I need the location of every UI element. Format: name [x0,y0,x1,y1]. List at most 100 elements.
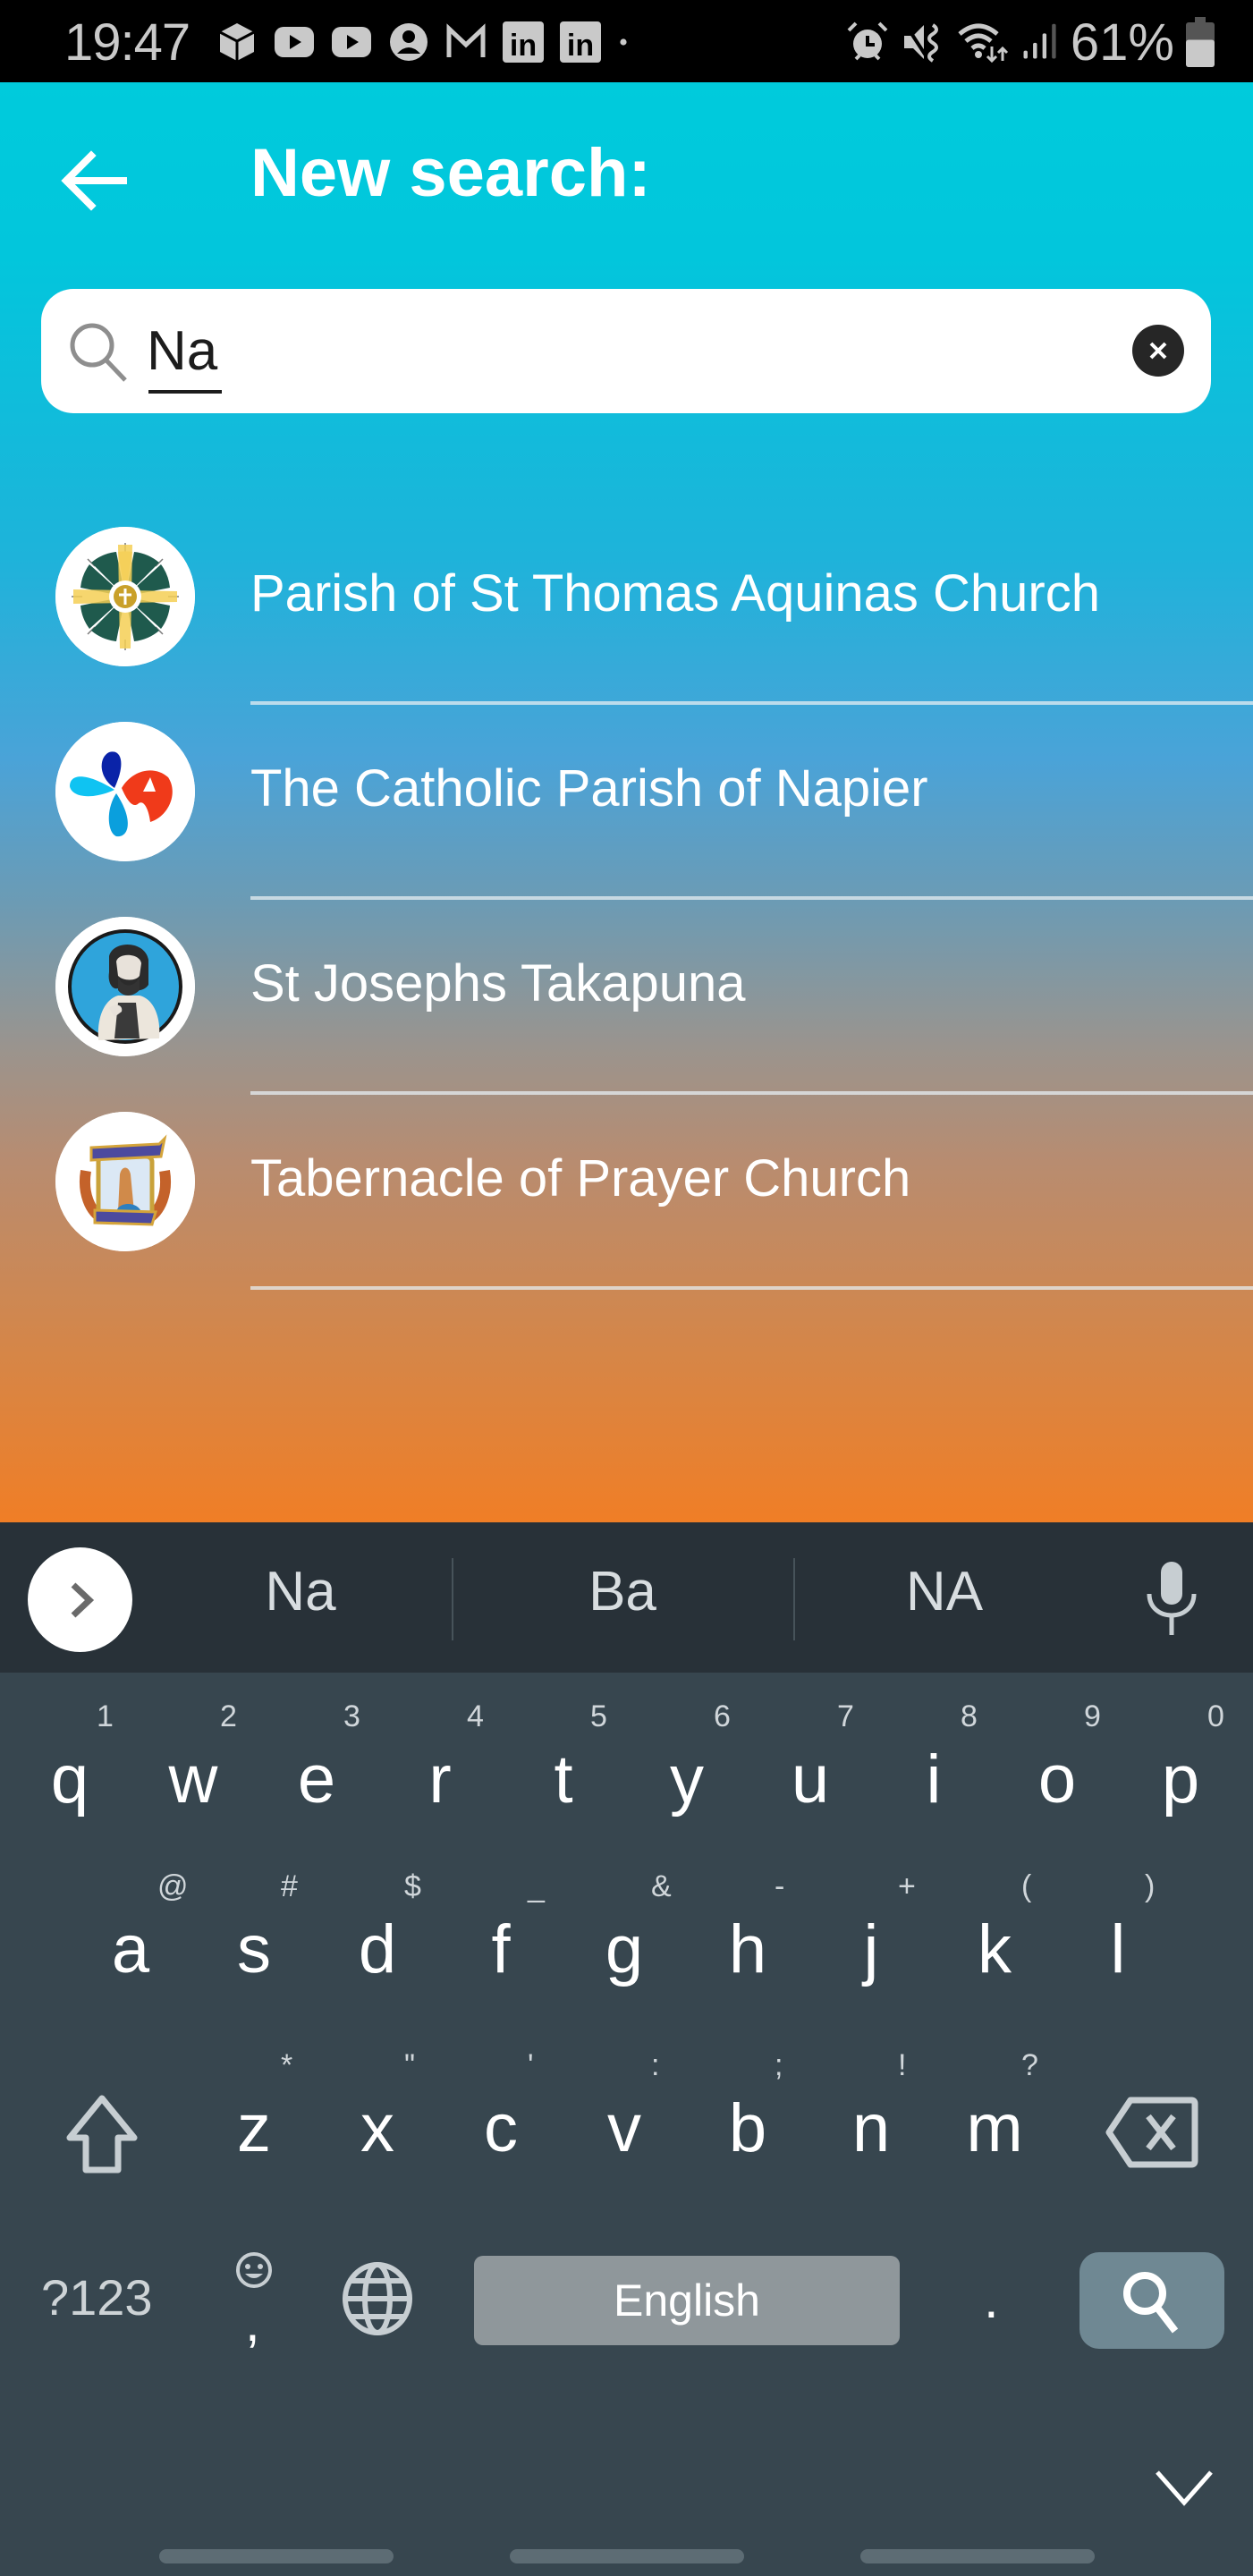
key-label: k [978,1911,1012,1987]
nav-handle[interactable] [860,2549,1095,2563]
result-item[interactable]: The Catholic Parish of Napier [0,707,1253,902]
key-hint: 0 [1207,1699,1224,1733]
key-z[interactable]: z [200,2095,308,2163]
account-icon [390,23,428,61]
key-l[interactable]: l [1064,1916,1172,1984]
nav-handle[interactable] [159,2549,394,2563]
keyboard-toolbar-expand-button[interactable] [28,1547,132,1652]
vibrate-icon [903,23,938,63]
search-bar[interactable] [41,289,1211,413]
key-n[interactable]: n [817,2095,925,2163]
key-label: o [1037,1741,1077,1818]
key-g[interactable]: g [571,1916,678,1984]
package-icon [219,23,255,61]
key-i[interactable]: i [880,1746,987,1814]
key-hint: ' [528,2048,534,2082]
hide-keyboard-button[interactable] [1154,2469,1215,2508]
microphone-icon[interactable] [1140,1560,1203,1637]
battery-percent: 61% [1070,13,1174,72]
key-hint: @ [157,1869,189,1903]
wifi-icon [958,23,1008,64]
clear-search-button[interactable] [1132,325,1184,377]
chevron-right-icon [71,1581,94,1618]
suggestion[interactable]: NA [810,1560,1079,1623]
key-hint: + [898,1869,916,1903]
key-label: u [791,1741,830,1818]
suggestion[interactable]: Ba [488,1560,757,1623]
key-hint: * [281,2048,293,2082]
key-f[interactable]: f [447,1916,555,1984]
key-hint: $ [404,1869,421,1903]
search-icon [70,323,127,382]
comma-key[interactable]: , [229,2249,283,2356]
key-label: t [554,1741,573,1818]
space-key[interactable]: English [474,2256,900,2345]
key-v[interactable]: v [571,2095,678,2163]
key-j[interactable]: j [817,1916,925,1984]
key-u[interactable]: u [757,1746,864,1814]
key-hint: _ [528,1869,545,1903]
key-label: c [484,2090,518,2166]
key-e[interactable]: e [263,1746,370,1814]
key-hint: 6 [714,1699,731,1733]
key-m[interactable]: m [941,2095,1048,2163]
suggestion-strip: Na Ba NA [0,1522,1253,1673]
language-key[interactable] [342,2261,413,2336]
system-icons: 61% [845,13,1215,72]
key-label: w [168,1741,218,1818]
divider [250,701,1253,705]
backspace-icon [1105,2097,1198,2168]
key-label: j [863,1911,879,1987]
youtube-icon [275,27,314,57]
key-o[interactable]: o [1003,1746,1111,1814]
key-hint: & [651,1869,672,1903]
key-b[interactable]: b [694,2095,801,2163]
divider [250,1091,1253,1095]
svg-text:in: in [567,29,594,63]
key-hint: " [404,2048,416,2082]
result-label: Parish of St Thomas Aquinas Church [250,564,1100,623]
key-label: h [728,1911,767,1987]
backspace-key[interactable] [1105,2095,1198,2170]
search-input[interactable] [147,312,1041,389]
composing-underline [148,390,222,394]
key-hint: 8 [961,1699,978,1733]
alarm-icon [847,21,888,61]
search-icon [1123,2272,1179,2334]
result-label: The Catholic Parish of Napier [250,759,928,818]
key-y[interactable]: y [633,1746,741,1814]
key-q[interactable]: q [16,1746,123,1814]
result-item[interactable]: Parish of St Thomas Aquinas Church [0,512,1253,707]
result-item[interactable]: Tabernacle of Prayer Church [0,1097,1253,1292]
key-x[interactable]: x [324,2095,431,2163]
chevron-down-icon [1156,2470,1213,2506]
period-key[interactable]: . [984,2268,999,2330]
key-a[interactable]: a [77,1916,184,1984]
sunburst-cross-logo [55,527,195,666]
key-r[interactable]: r [386,1746,494,1814]
divider [452,1558,453,1640]
suggestion[interactable]: Na [166,1560,435,1623]
symbols-key[interactable]: ?123 [41,2268,153,2326]
key-hint: ? [1021,2048,1038,2082]
signal-icon [1023,23,1056,59]
key-label: a [111,1911,150,1987]
key-w[interactable]: w [140,1746,247,1814]
key-h[interactable]: h [694,1916,801,1984]
key-p[interactable]: p [1127,1746,1234,1814]
key-label: p [1161,1741,1200,1818]
key-hint: ( [1021,1869,1032,1903]
back-button[interactable] [55,140,136,221]
key-s[interactable]: s [200,1916,308,1984]
key-k[interactable]: k [941,1916,1048,1984]
search-action-key[interactable] [1079,2252,1224,2349]
result-item[interactable]: St Josephs Takapuna [0,902,1253,1097]
gmail-icon [446,23,486,57]
search-screen: New search: Na Parish of St Thomas Aquin… [0,82,1253,1522]
nav-handle[interactable] [510,2549,744,2563]
page-title: New search: [250,135,651,211]
shift-key[interactable] [59,2091,145,2177]
key-c[interactable]: c [447,2095,555,2163]
key-d[interactable]: d [324,1916,431,1984]
key-t[interactable]: t [510,1746,617,1814]
